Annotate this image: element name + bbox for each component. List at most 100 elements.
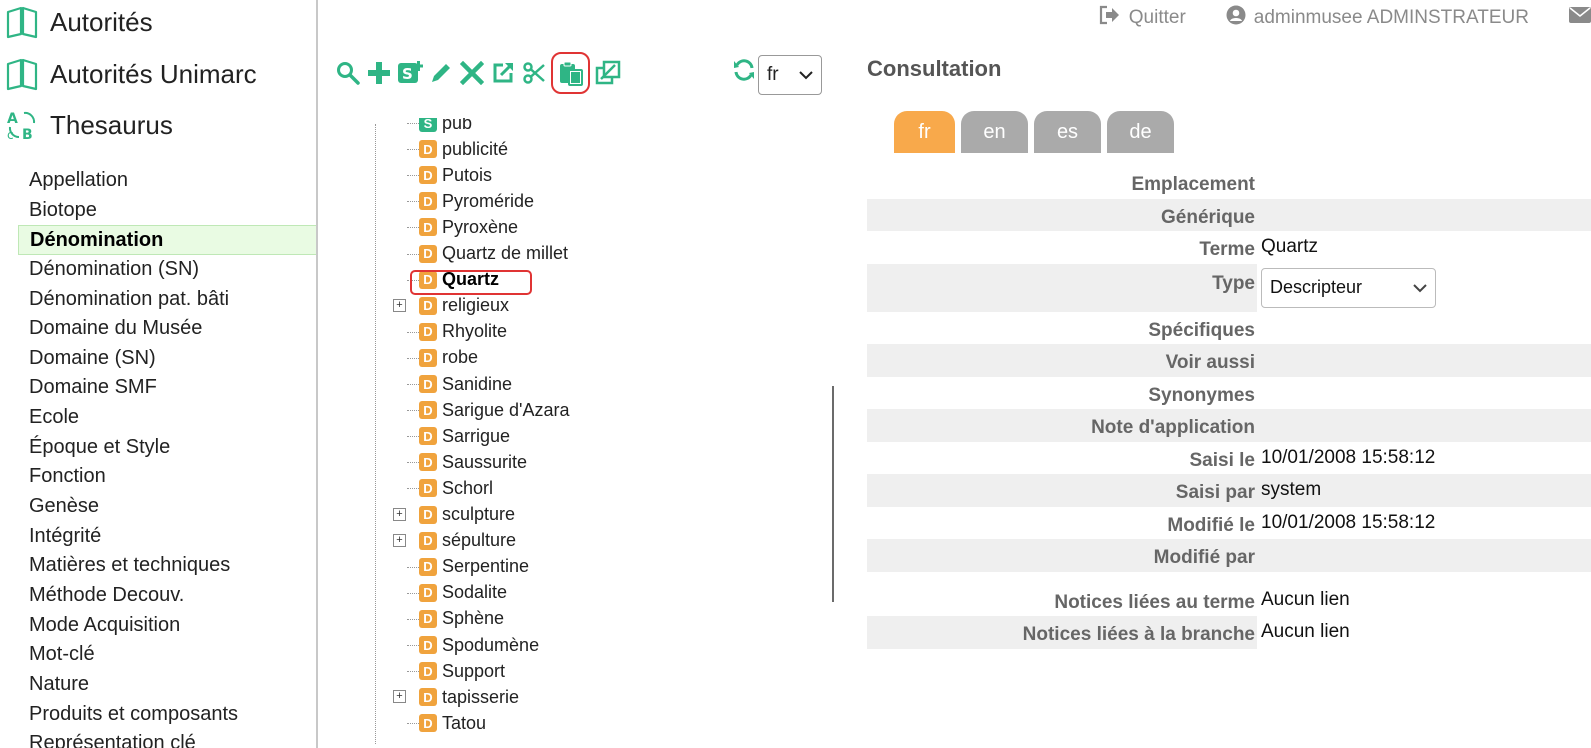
tree-scrollbar[interactable] <box>832 386 834 602</box>
category-item[interactable]: Dénomination <box>18 225 316 255</box>
add-specific-icon[interactable]: S <box>394 56 425 90</box>
category-item[interactable]: Domaine du Musée <box>18 314 316 344</box>
field-value <box>1257 312 1591 345</box>
field-label: Emplacement <box>1131 174 1255 196</box>
category-item[interactable]: Domaine SMF <box>18 373 316 403</box>
descriptor-icon: D <box>419 166 437 185</box>
field-label: Voir aussi <box>1165 352 1255 374</box>
tree-node[interactable]: D Support <box>407 658 505 684</box>
descriptor-icon: D <box>419 688 437 707</box>
edit-icon[interactable] <box>425 56 456 90</box>
tab-de[interactable]: de <box>1107 111 1174 153</box>
tree-node[interactable]: D Schorl <box>407 475 493 501</box>
tree-node[interactable]: D Spodumène <box>407 632 539 658</box>
tree-connector <box>407 384 419 385</box>
tree-node[interactable]: Drobe <box>407 345 478 371</box>
tree-node[interactable]: + Dsépulture <box>393 528 516 554</box>
category-item[interactable]: Genèse <box>18 492 316 522</box>
top-header: Quitter adminmusee ADMINSTRATEUR <box>1099 4 1591 32</box>
tree-node-label: sculpture <box>442 504 516 524</box>
delete-icon[interactable] <box>456 56 487 90</box>
tree-node[interactable]: D Pyroxène <box>407 214 518 240</box>
tree-node[interactable]: D Quartz de millet <box>407 241 568 267</box>
tree-node-label: Tatou <box>442 712 487 733</box>
svg-text:A: A <box>7 111 18 127</box>
cut-icon[interactable] <box>518 56 549 90</box>
tree-connector <box>407 592 419 594</box>
sidebar: Autorités Autorités Unimarc A B c Thesau… <box>0 0 318 748</box>
tree-node[interactable]: D Sarigue d'Azara <box>407 397 570 423</box>
tree-node[interactable]: Spub <box>407 118 472 136</box>
descriptor-icon: D <box>419 244 437 263</box>
search-icon[interactable] <box>332 56 363 90</box>
module-autorites[interactable]: Autorités <box>0 2 153 42</box>
link-icon[interactable] <box>592 56 623 90</box>
category-item[interactable]: Mode Acquisition <box>18 611 316 641</box>
tree-node-label: tapisserie <box>442 686 520 707</box>
tree-node[interactable]: + Dtapisserie <box>393 684 520 710</box>
tree-node[interactable]: D Serpentine <box>407 554 529 580</box>
paste-icon[interactable] <box>551 52 590 94</box>
synonym-icon: S <box>419 118 437 132</box>
category-item[interactable]: Époque et Style <box>18 433 316 463</box>
tab-en[interactable]: en <box>961 111 1028 153</box>
category-item[interactable]: Dénomination pat. bâti <box>18 285 316 315</box>
descriptor-icon: D <box>419 557 437 576</box>
row-specifiques: Spécifiques <box>867 312 1591 345</box>
refresh-icon[interactable] <box>730 56 758 84</box>
descriptor-icon: D <box>419 140 437 159</box>
module-thesaurus[interactable]: A B c Thesaurus <box>0 105 173 145</box>
tree-node[interactable]: + Dsculpture <box>393 502 516 528</box>
field-label: Modifié par <box>1153 547 1255 569</box>
category-item[interactable]: Domaine (SN) <box>18 344 316 374</box>
expand-icon[interactable]: + <box>393 298 406 312</box>
category-item[interactable]: Nature <box>18 670 316 700</box>
tree-node[interactable]: D Saussurite <box>407 449 528 475</box>
language-select[interactable]: fr <box>758 55 822 95</box>
category-item[interactable]: Matières et techniques <box>18 551 316 581</box>
category-item[interactable]: Appellation <box>18 166 316 196</box>
tree-node[interactable]: D Sanidine <box>407 371 512 397</box>
category-item[interactable]: Produits et composants <box>18 700 316 730</box>
category-item[interactable]: Intégrité <box>18 522 316 552</box>
tree-node[interactable]: D Pyroméride <box>407 188 534 214</box>
type-select[interactable]: Descripteur <box>1261 267 1436 308</box>
language-tabs: fr en es de <box>894 111 1180 153</box>
tree-connector <box>407 618 419 620</box>
tab-es[interactable]: es <box>1034 111 1101 153</box>
mail-link[interactable] <box>1569 7 1591 29</box>
tree-node[interactable]: D Putois <box>407 162 492 188</box>
tree-node[interactable]: D Sphène <box>407 606 504 632</box>
row-saisi-par: Saisi par system <box>867 474 1591 507</box>
tree-node[interactable]: D Tatou <box>407 710 487 736</box>
user-menu[interactable]: adminmusee ADMINSTRATEUR <box>1226 5 1529 31</box>
tree-node-label: Saussurite <box>442 451 528 472</box>
descriptor-icon: D <box>419 296 437 315</box>
module-autorites-unimarc[interactable]: Autorités Unimarc <box>0 54 257 94</box>
category-item[interactable]: Représentation clé <box>18 729 316 748</box>
category-item[interactable]: Méthode Decouv. <box>18 581 316 611</box>
category-item[interactable]: Ecole <box>18 403 316 433</box>
tree-node[interactable]: Dpublicité <box>407 136 508 162</box>
expand-icon[interactable]: + <box>393 507 406 521</box>
quit-link[interactable]: Quitter <box>1099 5 1186 31</box>
tree-node[interactable]: + Dreligieux <box>393 293 509 319</box>
descriptor-icon: D <box>419 662 437 681</box>
category-item[interactable]: Dénomination (SN) <box>18 255 316 285</box>
expand-icon[interactable]: + <box>393 533 406 547</box>
category-item[interactable]: Biotope <box>18 196 316 226</box>
tree-connector <box>407 227 419 229</box>
tree-node[interactable]: D Sarrigue <box>407 423 510 449</box>
quit-label: Quitter <box>1128 7 1186 28</box>
category-item[interactable]: Mot-clé <box>18 640 316 670</box>
tree-node[interactable]: D Sodalite <box>407 580 507 606</box>
tree-connector <box>407 566 419 568</box>
tab-fr[interactable]: fr <box>894 111 955 153</box>
add-icon[interactable] <box>363 56 394 90</box>
tree-node[interactable]: D Rhyolite <box>407 319 507 345</box>
row-voir-aussi: Voir aussi <box>867 344 1591 377</box>
open-external-icon[interactable] <box>487 56 518 90</box>
expand-icon[interactable]: + <box>393 690 406 704</box>
descriptor-icon: D <box>419 714 437 733</box>
category-item[interactable]: Fonction <box>18 462 316 492</box>
